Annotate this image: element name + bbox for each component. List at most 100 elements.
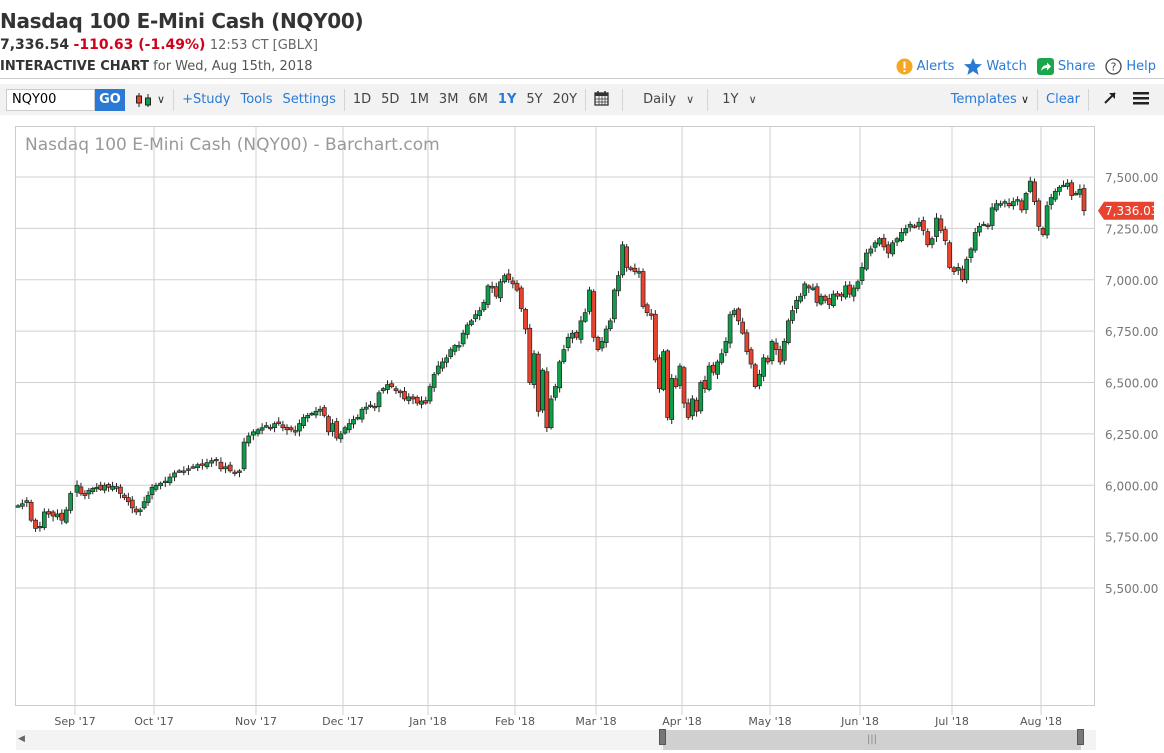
candle-body (431, 373, 437, 388)
candle-body (255, 429, 261, 435)
candle-body (456, 345, 462, 348)
candle-body (195, 464, 201, 468)
candle-body (777, 349, 783, 363)
candle-body (114, 486, 119, 489)
candle-body (406, 396, 412, 401)
candle-body (710, 364, 716, 373)
candle-body (851, 287, 857, 297)
candle-body (452, 345, 458, 352)
candle-body (831, 293, 836, 306)
candle-body (814, 286, 820, 303)
candle-body (493, 286, 499, 297)
scrollbar-right-handle[interactable] (1077, 729, 1084, 745)
candle-body (757, 373, 762, 387)
x-tick-label: Jul '18 (934, 715, 969, 728)
candle-body (284, 426, 290, 431)
candle-body (385, 384, 390, 390)
candle-body (719, 353, 725, 363)
candle-body (1006, 202, 1012, 207)
candle-body (591, 291, 597, 338)
candle-body (78, 486, 84, 494)
candle-body (1048, 197, 1054, 205)
candle-body (469, 320, 474, 325)
candle-body (872, 242, 878, 248)
candle-body (129, 499, 135, 509)
candle-body (540, 369, 545, 411)
x-tick-label: Sep '17 (54, 715, 95, 728)
x-tick-label: Nov '17 (235, 715, 277, 728)
candle-body (259, 427, 265, 431)
candle-body (557, 361, 562, 389)
candle-body (137, 509, 143, 512)
candle-body (947, 242, 952, 268)
candle-body (28, 501, 34, 521)
candle-body (288, 427, 294, 431)
candle-body (241, 441, 247, 470)
candle-body (885, 244, 891, 254)
candle-body (810, 287, 816, 290)
scrollbar-range-selection[interactable]: ||| (663, 730, 1081, 750)
candle-body (423, 400, 429, 404)
candle-body (616, 275, 621, 292)
candle-body (685, 402, 691, 418)
candle-body (934, 217, 939, 237)
candle-body (145, 495, 151, 503)
candle-body (502, 275, 507, 283)
candle-body (1077, 188, 1083, 195)
candle-body (657, 357, 662, 390)
candle-body (920, 220, 926, 231)
candle-body (912, 225, 917, 228)
candle-body (251, 431, 256, 436)
candle-body (37, 525, 43, 529)
candle-body (868, 248, 874, 254)
candle-body (632, 267, 638, 272)
candle-body (698, 382, 704, 412)
candle-body (907, 223, 913, 228)
candle-body (786, 320, 791, 343)
candle-body (1019, 200, 1025, 211)
candle-body (665, 350, 670, 418)
candle-body (1044, 205, 1050, 236)
candle-body (1073, 193, 1079, 196)
candle-body (1081, 188, 1087, 212)
candle-body (972, 232, 978, 251)
candle-body (669, 378, 675, 420)
candle-body (843, 285, 848, 298)
candle-body (1036, 200, 1042, 227)
candle-body (620, 244, 625, 276)
candle-body (330, 423, 335, 432)
candle-body (859, 267, 865, 281)
candle-body (694, 399, 699, 412)
scrollbar-left-handle[interactable] (659, 729, 666, 745)
candle-body (781, 341, 787, 361)
candle-body (321, 407, 327, 416)
candle-body (736, 308, 741, 322)
candle-body (355, 417, 361, 420)
candle-body (110, 485, 115, 490)
candle-body (968, 248, 974, 258)
price-chart: 5,500.00 5,750.00 6,000.00 6,250.00 6,500.00… (15, 127, 1158, 728)
candle-body (1027, 180, 1033, 192)
candle-body (916, 221, 922, 227)
candle-body (1002, 201, 1008, 204)
candle-body (125, 497, 131, 503)
candle-body (890, 242, 896, 255)
candle-body (1052, 191, 1058, 200)
candle-body (55, 513, 60, 518)
candle-body (181, 470, 187, 473)
x-tick-label: Aug '18 (1020, 715, 1062, 728)
candle-body (351, 419, 356, 425)
candle-body (172, 472, 177, 478)
scroll-left-icon[interactable]: ◀ (18, 734, 25, 744)
candle-body (106, 484, 111, 488)
candle-body (574, 332, 580, 338)
candle-body (272, 423, 277, 429)
x-tick-label: May '18 (748, 715, 791, 728)
candle-body (553, 386, 558, 398)
x-tick-label: Mar '18 (575, 715, 616, 728)
candle-body (498, 281, 503, 299)
y-tick-label: 7,250.00 (1105, 222, 1158, 236)
candle-body (731, 310, 737, 316)
last-price-label: 7,336.03 (1105, 204, 1158, 218)
candle-body (570, 332, 575, 339)
